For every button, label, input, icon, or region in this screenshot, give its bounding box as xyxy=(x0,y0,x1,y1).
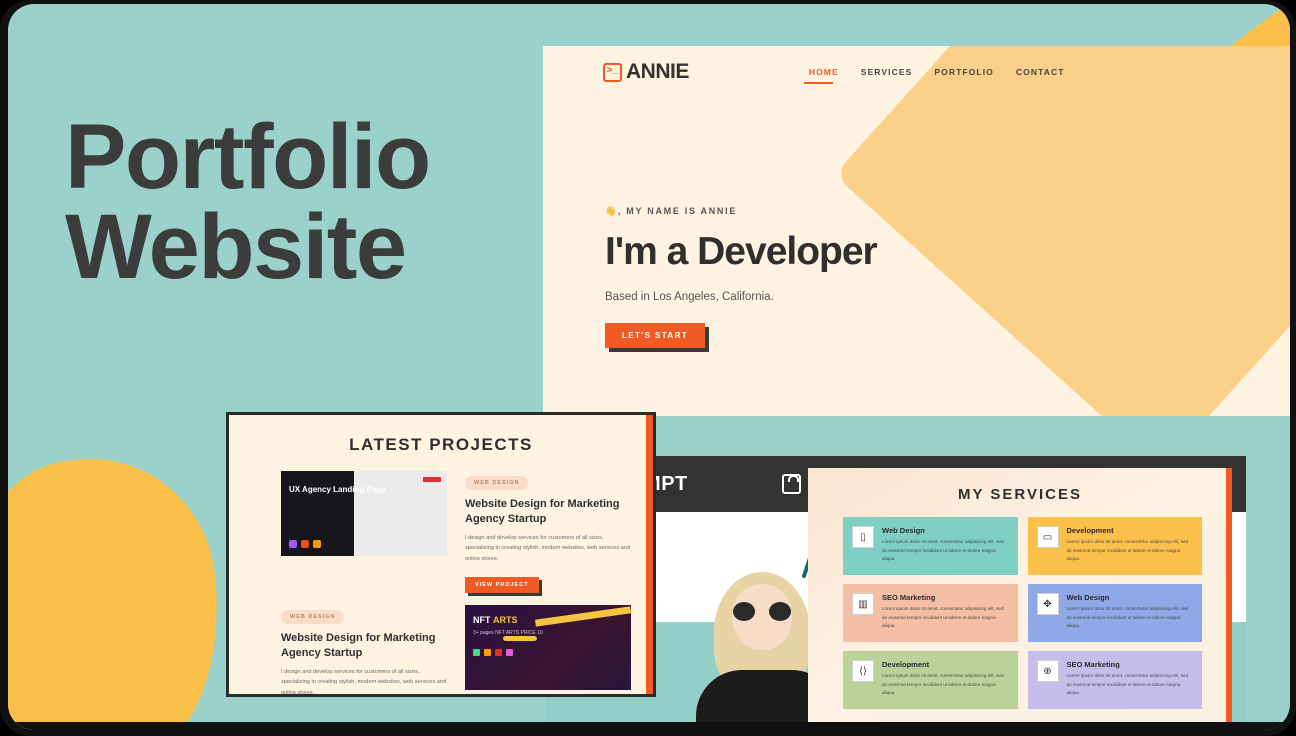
service-title-3: SEO Marketing xyxy=(882,593,936,602)
service-card-seo-marketing-1[interactable]: ▥ SEO Marketing Lorem ipsum dolor sit am… xyxy=(843,584,1018,642)
service-card-development-2[interactable]: ⟨⟩ Development Lorem ipsum dolor sit ame… xyxy=(843,651,1018,709)
nav-item-portfolio[interactable]: PORTFOLIO xyxy=(934,67,993,77)
thumbnail-tool-icons-1 xyxy=(289,540,321,548)
project-body-1: I design and develop services for custom… xyxy=(465,535,631,562)
project-tag-2: WEB DESIGN xyxy=(281,610,345,625)
projects-grid: UX Agency Landing Page WEB DESIGN Websit… xyxy=(229,455,653,696)
service-card-web-design-2[interactable]: ✥ Web Design Lorem ipsum dolor sit amet,… xyxy=(1027,584,1202,642)
brand-name: ANNIE xyxy=(626,60,689,83)
title-line-1: Portfolio xyxy=(65,106,431,208)
service-card-web-design-1[interactable]: ▯ Web Design Lorem ipsum dolor sit amet,… xyxy=(843,517,1018,575)
projects-title: LATEST PROJECTS xyxy=(349,435,533,454)
project-thumbnail-ux-agency[interactable]: UX Agency Landing Page xyxy=(281,471,447,556)
service-card-development-1[interactable]: ▭ Development Lorem ipsum dolor sit amet… xyxy=(1027,517,1202,575)
thumbnail-title-2: NFT ARTS xyxy=(473,615,518,626)
chart-icon: ▥ xyxy=(852,593,874,615)
project-heading-2: Website Design for Marketing Agency Star… xyxy=(281,632,436,659)
my-services-mockup: MY SERVICES ▯ Web Design Lorem ipsum dol… xyxy=(808,468,1232,730)
project-body-2: I design and develop services for custom… xyxy=(281,669,447,696)
brand-logo[interactable]: >_ ANNIE xyxy=(603,60,689,84)
services-grid: ▯ Web Design Lorem ipsum dolor sit amet,… xyxy=(808,503,1232,709)
nav-active-underline xyxy=(804,82,833,84)
slide-canvas: Portfolio Website >_ ANNIE HOME SERVICES… xyxy=(8,4,1290,730)
project-tag-1: WEB DESIGN xyxy=(465,476,529,490)
decorative-blob-yellow xyxy=(8,446,233,730)
service-body-3: Lorem ipsum dolor sit amet, consectetur … xyxy=(882,606,1004,629)
hero-yellow-shape xyxy=(833,46,1290,416)
hero-copy: 👋, MY NAME IS ANNIE I'm a Developer Base… xyxy=(605,206,878,348)
shopping-bag-icon xyxy=(781,474,801,494)
service-title-1: Web Design xyxy=(882,526,925,535)
hero-subtext: Based in Los Angeles, California. xyxy=(605,290,774,303)
service-title-5: Development xyxy=(882,660,930,669)
service-card-seo-marketing-2[interactable]: ⊕ SEO Marketing Lorem ipsum dolor sit am… xyxy=(1027,651,1202,709)
hero-menu: HOME SERVICES PORTFOLIO CONTACT xyxy=(809,67,1065,77)
hero-eyebrow: 👋, MY NAME IS ANNIE xyxy=(605,206,738,216)
lets-start-button[interactable]: LET'S START xyxy=(605,322,706,348)
service-body-5: Lorem ipsum dolor sit amet, consectetur … xyxy=(882,673,1004,696)
service-title-6: SEO Marketing xyxy=(1066,660,1120,669)
service-title-4: Web Design xyxy=(1066,593,1110,602)
service-body-2: Lorem ipsum dolor sit amet, consectetur … xyxy=(1066,539,1189,562)
latest-projects-mockup: LATEST PROJECTS UX Agency Landing Page W… xyxy=(226,412,656,697)
nav-item-home[interactable]: HOME xyxy=(809,67,839,77)
nav-item-services[interactable]: SERVICES xyxy=(861,67,913,77)
service-body-4: Lorem ipsum dolor sit amet, consectetur … xyxy=(1066,606,1189,629)
project-heading-1: Website Design for Marketing Agency Star… xyxy=(465,498,620,525)
project-info-2: WEB DESIGN Website Design for Marketing … xyxy=(281,605,447,696)
hero-mockup: >_ ANNIE HOME SERVICES PORTFOLIO CONTACT… xyxy=(543,46,1290,416)
slide-frame: Portfolio Website >_ ANNIE HOME SERVICES… xyxy=(0,0,1296,736)
thumbnail-tool-icons-2 xyxy=(473,649,513,657)
globe-icon: ⊕ xyxy=(1036,660,1059,682)
view-project-button-1[interactable]: VIEW PROJECT xyxy=(465,577,539,594)
frame-bottom-edge xyxy=(8,722,1290,730)
thumbnail-title-1: UX Agency Landing Page xyxy=(289,485,386,494)
terminal-prompt-icon: >_ xyxy=(603,62,622,82)
hero-headline: I'm a Developer xyxy=(605,230,878,273)
project-thumbnail-nft-arts[interactable]: NFT ARTS 3+ pages NFT ARTS PRICE 10 xyxy=(465,605,631,691)
page-title: Portfolio Website xyxy=(65,106,431,299)
service-body-6: Lorem ipsum dolor sit amet, consectetur … xyxy=(1066,673,1189,696)
code-icon: ⟨⟩ xyxy=(852,660,874,682)
hero-navbar: >_ ANNIE HOME SERVICES PORTFOLIO CONTACT xyxy=(543,46,1290,98)
service-body-1: Lorem ipsum dolor sit amet, consectetur … xyxy=(882,539,1004,562)
mobile-icon: ▯ xyxy=(852,526,874,548)
window-icon: ▭ xyxy=(1036,526,1059,548)
services-title: MY SERVICES xyxy=(958,486,1082,503)
service-title-2: Development xyxy=(1066,526,1114,535)
project-info-1: WEB DESIGN Website Design for Marketing … xyxy=(465,471,631,594)
title-line-2: Website xyxy=(65,196,407,299)
nav-item-contact[interactable]: CONTACT xyxy=(1016,67,1065,77)
cursor-icon: ✥ xyxy=(1036,593,1059,615)
